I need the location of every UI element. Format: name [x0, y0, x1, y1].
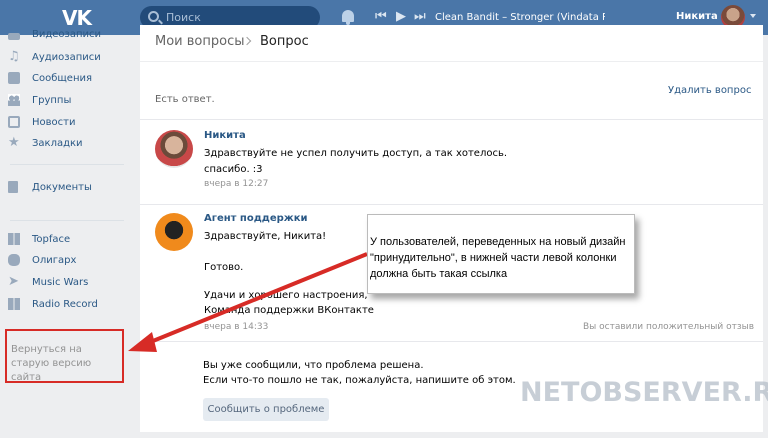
resolved-notice-line2: Если что-то пошло не так, пожалуйста, на… — [203, 375, 516, 386]
message-time: вчера в 14:33 — [204, 322, 269, 332]
message-text: Готово. — [204, 262, 244, 273]
sidebar-item-video[interactable]: Видеозаписи — [8, 26, 128, 42]
sidebar-divider — [10, 164, 124, 165]
bell-icon[interactable] — [342, 10, 354, 25]
message-icon — [8, 72, 20, 84]
divider — [140, 341, 763, 342]
prev-track-icon[interactable]: ⏮ — [375, 10, 387, 24]
message-author: Агент поддержки — [204, 213, 308, 224]
next-track-icon[interactable]: ⏭ — [414, 10, 426, 24]
sidebar-item-messages[interactable]: Сообщения — [8, 70, 128, 86]
sidebar-item-groups[interactable]: Группы — [8, 92, 128, 108]
sidebar-item-news[interactable]: Новости — [8, 114, 128, 130]
music-icon: ♫ — [8, 49, 20, 64]
radio-icon — [8, 298, 20, 310]
feedback-status: Вы оставили положительный отзыв — [583, 322, 755, 332]
app-icon — [8, 233, 20, 245]
groups-icon — [8, 94, 20, 106]
user-name[interactable]: Никита — [676, 11, 718, 22]
breadcrumb-current: Вопрос — [260, 34, 309, 49]
callout-text: У пользователей, переведенных на новый д… — [370, 236, 626, 280]
coins-icon — [8, 254, 20, 266]
message-text: спасибо. :3 — [204, 164, 263, 175]
breadcrumb-parent[interactable]: Мои вопросы — [155, 34, 244, 49]
sidebar-item-oligarkh[interactable]: Олигарх — [8, 252, 128, 268]
support-agent-avatar — [155, 213, 193, 251]
sidebar-item-documents[interactable]: Документы — [8, 179, 128, 195]
message-text: Здравствуйте, Никита! — [204, 231, 327, 242]
sidebar-item-radio-record[interactable]: Radio Record — [8, 296, 128, 312]
search-icon — [148, 11, 159, 22]
sidebar-item-audio[interactable]: ♫ Аудиозаписи — [8, 49, 128, 65]
play-icon[interactable]: ▶ — [396, 10, 406, 24]
star-icon: ★ — [8, 135, 20, 150]
message-time: вчера в 12:27 — [204, 179, 269, 189]
divider — [140, 204, 763, 205]
avatar[interactable] — [155, 130, 193, 168]
divider — [140, 119, 763, 120]
sidebar-item-topface[interactable]: Topface — [8, 231, 128, 247]
video-icon — [8, 32, 20, 40]
current-track[interactable]: Clean Bandit – Stronger (Vindata Re... — [435, 12, 605, 23]
report-problem-button[interactable]: Сообщить о проблеме — [203, 398, 329, 421]
resolved-notice-line1: Вы уже сообщили, что проблема решена. — [203, 360, 424, 371]
news-icon — [8, 116, 20, 128]
message-author[interactable]: Никита — [204, 130, 246, 141]
sidebar-divider — [10, 220, 124, 221]
old-version-link[interactable]: Вернуться на старую версию сайта — [11, 343, 121, 385]
message-text: Команда поддержки ВКонтакте — [204, 305, 374, 316]
document-icon — [8, 181, 18, 193]
watermark: NETOBSERVER.RU — [520, 377, 768, 408]
sidebar-item-music-wars[interactable]: ➤ Music Wars — [8, 274, 128, 290]
sidebar-item-bookmarks[interactable]: ★ Закладки — [8, 135, 128, 151]
chevron-down-icon[interactable] — [750, 14, 756, 18]
message-text: Удачи и хорошего настроения, — [204, 290, 368, 301]
rocket-icon: ➤ — [8, 274, 19, 289]
message-text: Здравствуйте не успел получить доступ, а… — [204, 148, 508, 159]
delete-question-link[interactable]: Удалить вопрос — [668, 85, 751, 96]
question-status: Есть ответ. — [155, 94, 215, 105]
